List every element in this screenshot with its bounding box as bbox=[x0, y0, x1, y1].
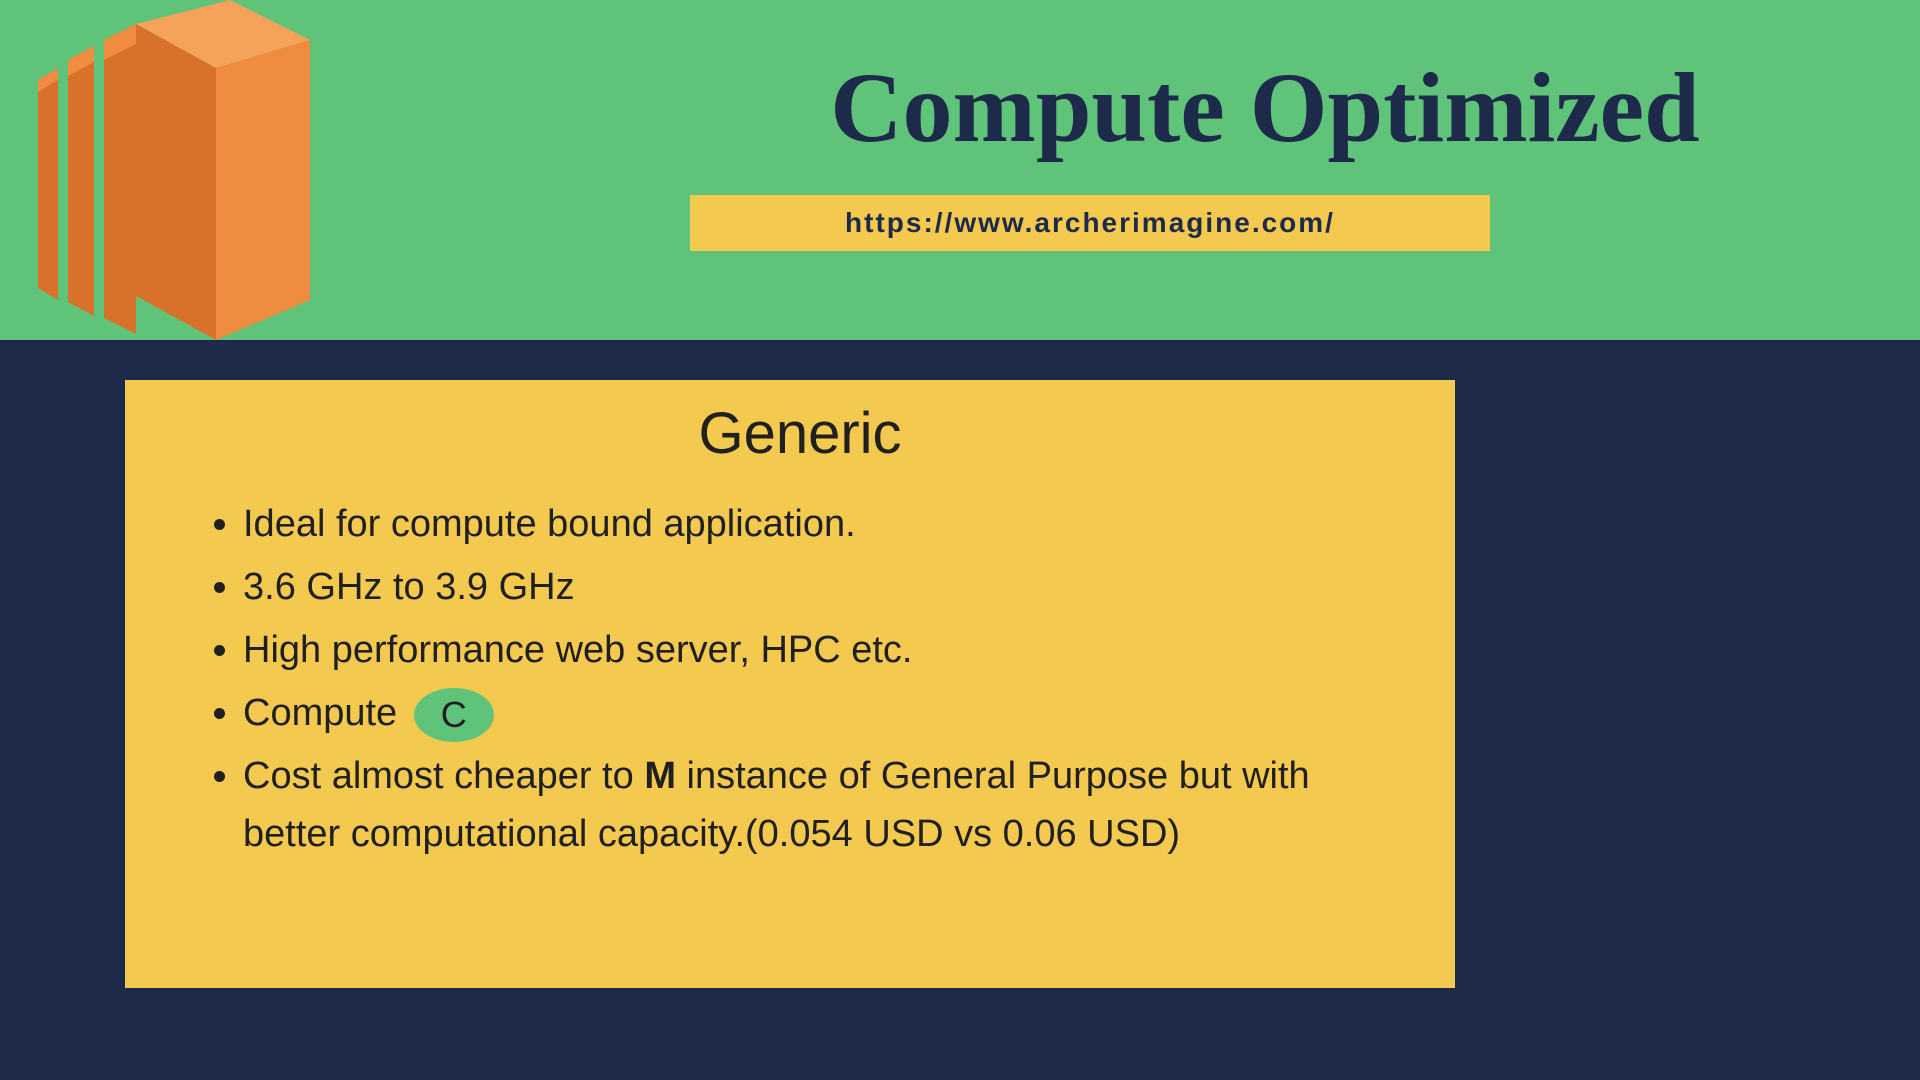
list-item: Compute C bbox=[243, 684, 1415, 743]
compute-badge: C bbox=[414, 688, 494, 742]
list-item: High performance web server, HPC etc. bbox=[243, 621, 1415, 680]
section-title: Generic bbox=[185, 400, 1415, 467]
list-item: 3.6 GHz to 3.9 GHz bbox=[243, 558, 1415, 617]
url-text: https://www.archerimagine.com/ bbox=[845, 207, 1335, 239]
bullet-list: Ideal for compute bound application. 3.6… bbox=[185, 495, 1415, 864]
slide-title: Compute Optimized bbox=[690, 50, 1840, 165]
list-item: Cost almost cheaper to M instance of Gen… bbox=[243, 747, 1415, 865]
aws-cube-icon bbox=[10, 0, 310, 340]
bullet-bold: M bbox=[644, 755, 676, 797]
bullet-text: Compute bbox=[243, 692, 408, 734]
bullet-text: Cost almost cheaper to bbox=[243, 755, 644, 797]
header: Compute Optimized https://www.archerimag… bbox=[0, 0, 1920, 340]
list-item: Ideal for compute bound application. bbox=[243, 495, 1415, 554]
slide: Compute Optimized https://www.archerimag… bbox=[0, 0, 1920, 1080]
content-box: Generic Ideal for compute bound applicat… bbox=[125, 380, 1455, 988]
url-bar: https://www.archerimagine.com/ bbox=[690, 195, 1490, 251]
